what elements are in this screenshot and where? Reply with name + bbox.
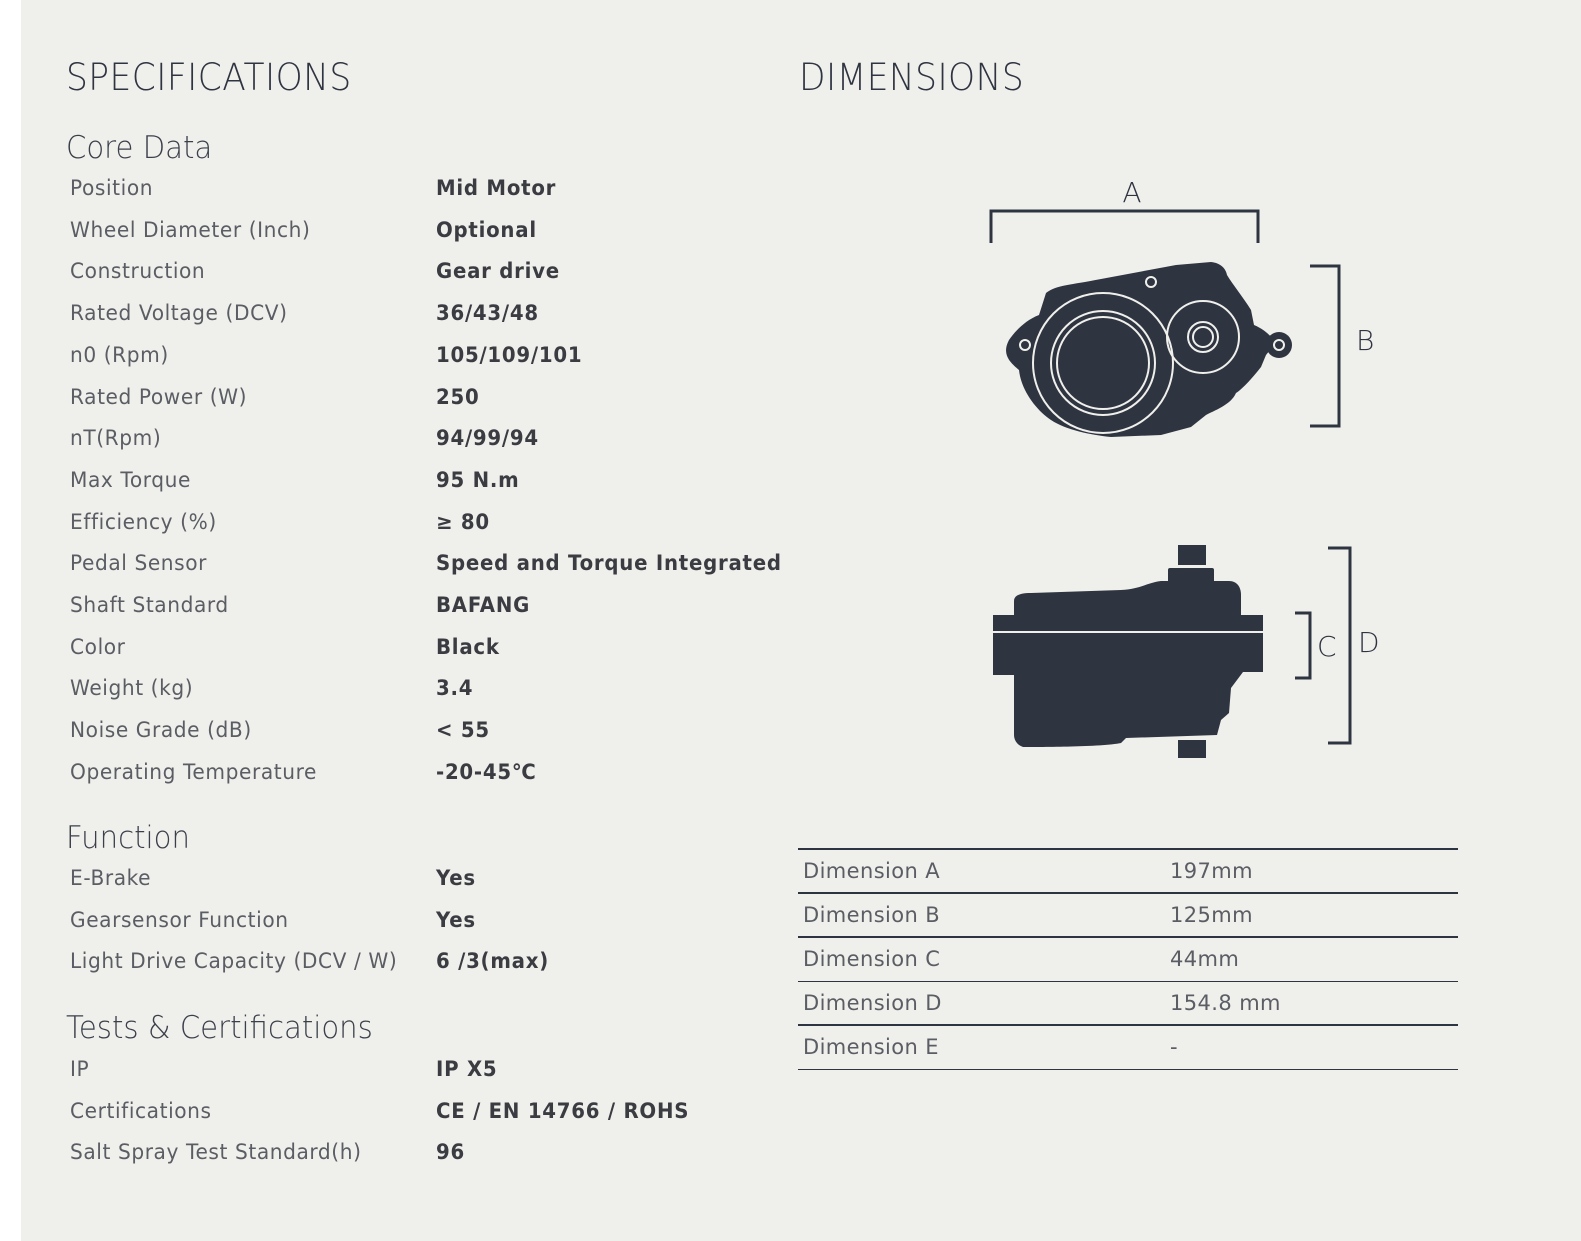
spec-value: 250 [436, 384, 480, 409]
spec-value: 3.4 [436, 676, 474, 701]
spec-value: Mid Motor [436, 176, 557, 200]
spec-row: Rated Power (W) 250 [70, 385, 790, 427]
dimension-b-bracket [1310, 264, 1341, 428]
dimension-c-label: C [1317, 630, 1337, 663]
dimension-value: 125mm [1170, 903, 1253, 927]
spec-label: Shaft Standard [70, 593, 229, 617]
dimension-row-b: Dimension B 125mm [798, 894, 1458, 938]
spec-value: 94/99/94 [436, 426, 539, 451]
spec-label: Salt Spray Test Standard(h) [70, 1140, 362, 1165]
specifications-title: SPECIFICATIONS [66, 56, 352, 99]
spec-row: Light Drive Capacity (DCV / W) 6 /3(max) [70, 949, 790, 991]
dimension-a-bracket [989, 209, 1260, 243]
spec-label: Light Drive Capacity (DCV / W) [70, 949, 398, 974]
dimension-label: Dimension B [803, 903, 941, 927]
spec-row: Efficiency (%) ≥ 80 [70, 510, 790, 552]
dimension-value: - [1170, 1035, 1178, 1059]
spec-row: Noise Grade (dB) < 55 [70, 718, 790, 760]
spec-row: Position Mid Motor [70, 176, 790, 218]
spec-label: Max Torque [70, 467, 191, 492]
spec-label: Pedal Sensor [70, 551, 208, 576]
spec-label: nT(Rpm) [70, 426, 162, 451]
spec-panel: SPECIFICATIONS Core Data Position Mid Mot… [21, 0, 1581, 1241]
spec-value: Gear drive [436, 259, 560, 284]
spec-value: Speed and Torque Integrated [436, 551, 782, 576]
dimension-row-c: Dimension C 44mm [798, 938, 1458, 982]
dimension-row-a: Dimension A 197mm [798, 850, 1458, 894]
dimension-d-label: D [1358, 626, 1380, 659]
spec-label: Wheel Diameter (Inch) [70, 217, 311, 242]
dimension-c-bracket [1295, 611, 1312, 680]
spec-row: nT(Rpm) 94/99/94 [70, 426, 790, 468]
motor-side-view-diagram: C D [993, 545, 1380, 758]
dimensions-table: Dimension A 197mm Dimension B 125mm Dime… [798, 848, 1458, 1070]
spec-value: Black [436, 634, 500, 659]
spec-row: n0 (Rpm) 105/109/101 [70, 343, 790, 385]
spec-label: Rated Power (W) [70, 384, 248, 409]
spec-value: 95 N.m [436, 467, 520, 492]
spec-row: Weight (kg) 3.4 [70, 676, 790, 718]
spec-value: BAFANG [436, 593, 531, 617]
dimension-a-label: A [1122, 176, 1141, 209]
spec-row: Certifications CE / EN 14766 / ROHS [70, 1099, 790, 1141]
dimension-value: 154.8 mm [1170, 991, 1281, 1015]
spec-label: Construction [70, 259, 206, 284]
spec-label: Position [70, 176, 154, 200]
spec-value: ≥ 80 [436, 509, 490, 534]
dimension-value: 197mm [1170, 859, 1253, 883]
spec-row: Color Black [70, 635, 790, 677]
spec-value: Yes [436, 866, 476, 890]
spec-label: Operating Temperature [70, 759, 318, 784]
spec-value: < 55 [436, 718, 490, 743]
spec-label: Color [70, 634, 126, 659]
spec-label: Noise Grade (dB) [70, 718, 252, 743]
dimension-b-label: B [1356, 324, 1374, 357]
spec-value: -20-45℃ [436, 759, 537, 784]
spec-row: Max Torque 95 N.m [70, 468, 790, 510]
spec-row: Shaft Standard BAFANG [70, 593, 790, 635]
spec-value: CE / EN 14766 / ROHS [436, 1098, 690, 1123]
spec-label: IP [70, 1057, 90, 1081]
section-title-function: Function [66, 820, 190, 856]
dimension-value: 44mm [1170, 947, 1240, 971]
spec-row: E-Brake Yes [70, 866, 790, 908]
dimensions-title: DIMENSIONS [799, 56, 1025, 99]
spec-value: Yes [436, 907, 476, 932]
spec-row: Rated Voltage (DCV) 36/43/48 [70, 301, 790, 343]
motor-body-top [1006, 262, 1275, 437]
spec-row: Operating Temperature -20-45℃ [70, 760, 790, 802]
spec-label: Efficiency (%) [70, 509, 217, 534]
spec-value: 6 /3(max) [436, 949, 549, 974]
spec-row: Pedal Sensor Speed and Torque Integrated [70, 551, 790, 593]
spec-label: Certifications [70, 1098, 212, 1123]
spec-label: E-Brake [70, 866, 152, 890]
dimension-label: Dimension A [803, 859, 941, 883]
spec-value: IP X5 [436, 1057, 498, 1081]
dimension-row-e: Dimension E - [798, 1026, 1458, 1070]
spec-value: 105/109/101 [436, 342, 583, 367]
spec-row: Wheel Diameter (Inch) Optional [70, 218, 790, 260]
spec-value: 96 [436, 1140, 465, 1165]
dimension-label: Dimension E [803, 1035, 939, 1059]
spec-label: Rated Voltage (DCV) [70, 301, 288, 326]
spec-row: Salt Spray Test Standard(h) 96 [70, 1140, 790, 1182]
spec-row: Construction Gear drive [70, 259, 790, 301]
spec-row: Gearsensor Function Yes [70, 908, 790, 950]
spec-value: 36/43/48 [436, 301, 539, 326]
dimension-row-d: Dimension D 154.8 mm [798, 982, 1458, 1026]
dimension-label: Dimension C [803, 947, 941, 971]
section-title-tests: Tests & Certifications [66, 1010, 373, 1046]
dimension-label: Dimension D [803, 991, 942, 1015]
spec-value: Optional [436, 217, 537, 242]
spec-label: Gearsensor Function [70, 907, 289, 932]
spec-label: Weight (kg) [70, 676, 194, 701]
motor-top-view-diagram: A B [989, 176, 1374, 437]
section-title-core-data: Core Data [66, 130, 213, 166]
spec-row: IP IP X5 [70, 1057, 790, 1099]
spec-label: n0 (Rpm) [70, 342, 169, 367]
